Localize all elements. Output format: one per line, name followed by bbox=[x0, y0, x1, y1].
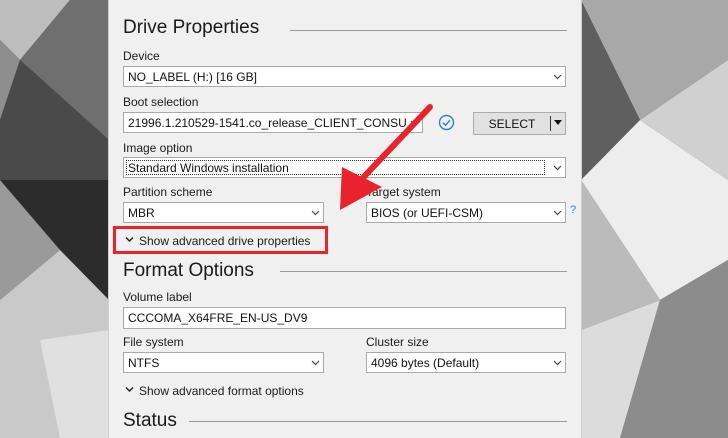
select-button[interactable]: SELECT bbox=[473, 112, 566, 135]
device-dropdown[interactable]: NO_LABEL (H:) [16 GB] bbox=[123, 66, 566, 87]
chevron-down-icon bbox=[553, 210, 562, 216]
partition-scheme-value: MBR bbox=[128, 206, 155, 220]
device-value: NO_LABEL (H:) [16 GB] bbox=[128, 70, 257, 84]
show-advanced-format-toggle[interactable]: Show advanced format options bbox=[125, 384, 304, 398]
chevron-down-icon bbox=[553, 74, 562, 80]
file-system-label: File system bbox=[123, 335, 184, 349]
section-divider bbox=[189, 421, 567, 422]
help-icon[interactable]: ? bbox=[570, 204, 576, 216]
boot-selection-label: Boot selection bbox=[123, 95, 199, 109]
highlight-box bbox=[113, 226, 328, 254]
device-label: Device bbox=[123, 49, 160, 63]
split-divider bbox=[550, 116, 551, 131]
chevron-down-icon bbox=[553, 165, 562, 171]
volume-label-value: CCCOMA_X64FRE_EN-US_DV9 bbox=[128, 311, 308, 325]
section-divider bbox=[290, 30, 567, 31]
partition-scheme-label: Partition scheme bbox=[123, 185, 213, 199]
drive-properties-heading: Drive Properties bbox=[123, 17, 260, 38]
cluster-size-value: 4096 bytes (Default) bbox=[371, 356, 480, 370]
select-button-label: SELECT bbox=[488, 117, 536, 131]
cluster-size-label: Cluster size bbox=[366, 335, 429, 349]
cluster-size-dropdown[interactable]: 4096 bytes (Default) bbox=[366, 352, 566, 373]
image-option-label: Image option bbox=[123, 141, 193, 155]
file-system-value: NTFS bbox=[128, 356, 160, 370]
annotation-arrow-icon bbox=[340, 104, 433, 210]
section-divider bbox=[280, 271, 567, 272]
chevron-down-icon bbox=[553, 360, 562, 366]
partition-scheme-dropdown[interactable]: MBR bbox=[123, 202, 324, 223]
file-system-dropdown[interactable]: NTFS bbox=[123, 352, 324, 373]
dropdown-arrow-icon[interactable] bbox=[554, 120, 562, 126]
volume-label-label: Volume label bbox=[123, 290, 192, 304]
status-heading: Status bbox=[123, 410, 177, 431]
image-option-value: Standard Windows installation bbox=[128, 161, 289, 175]
format-options-heading: Format Options bbox=[123, 260, 254, 281]
volume-label-input[interactable]: CCCOMA_X64FRE_EN-US_DV9 bbox=[123, 307, 566, 329]
chevron-down-icon bbox=[311, 360, 320, 366]
show-advanced-format-label: Show advanced format options bbox=[139, 384, 304, 398]
chevron-down-icon bbox=[125, 386, 134, 393]
